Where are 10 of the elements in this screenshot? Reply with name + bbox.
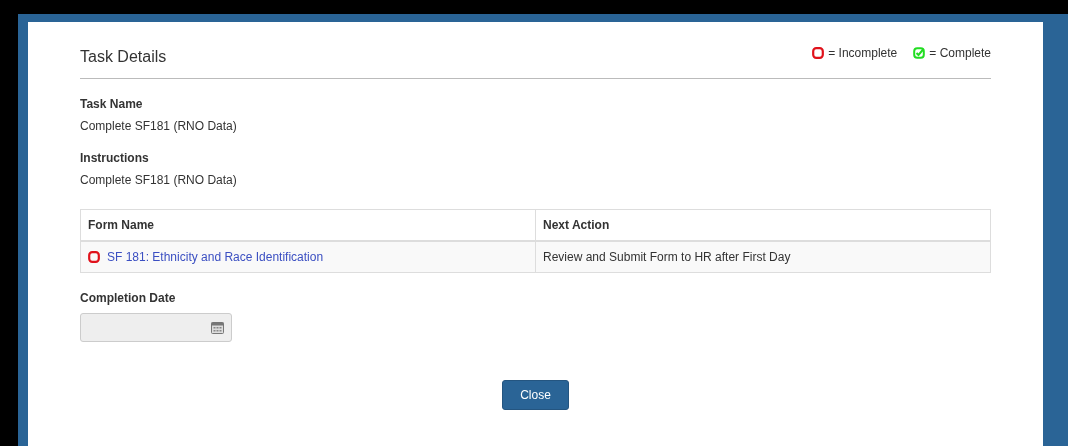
field-label: Instructions (80, 151, 150, 165)
field-label: Completion Date (80, 291, 177, 305)
close-button[interactable]: Close (502, 380, 569, 410)
field-label: Task Name (80, 97, 144, 111)
dialog-title: Task Details (80, 48, 167, 66)
field-value: Complete SF181 (RNO Data) (80, 119, 238, 133)
table-cell: Review and Submit Form to HR after First Day (535, 241, 991, 273)
legend-label: = Incomplete (828, 46, 898, 60)
field-value: Complete SF181 (RNO Data) (80, 173, 238, 187)
legend-label: = Complete (929, 46, 991, 60)
